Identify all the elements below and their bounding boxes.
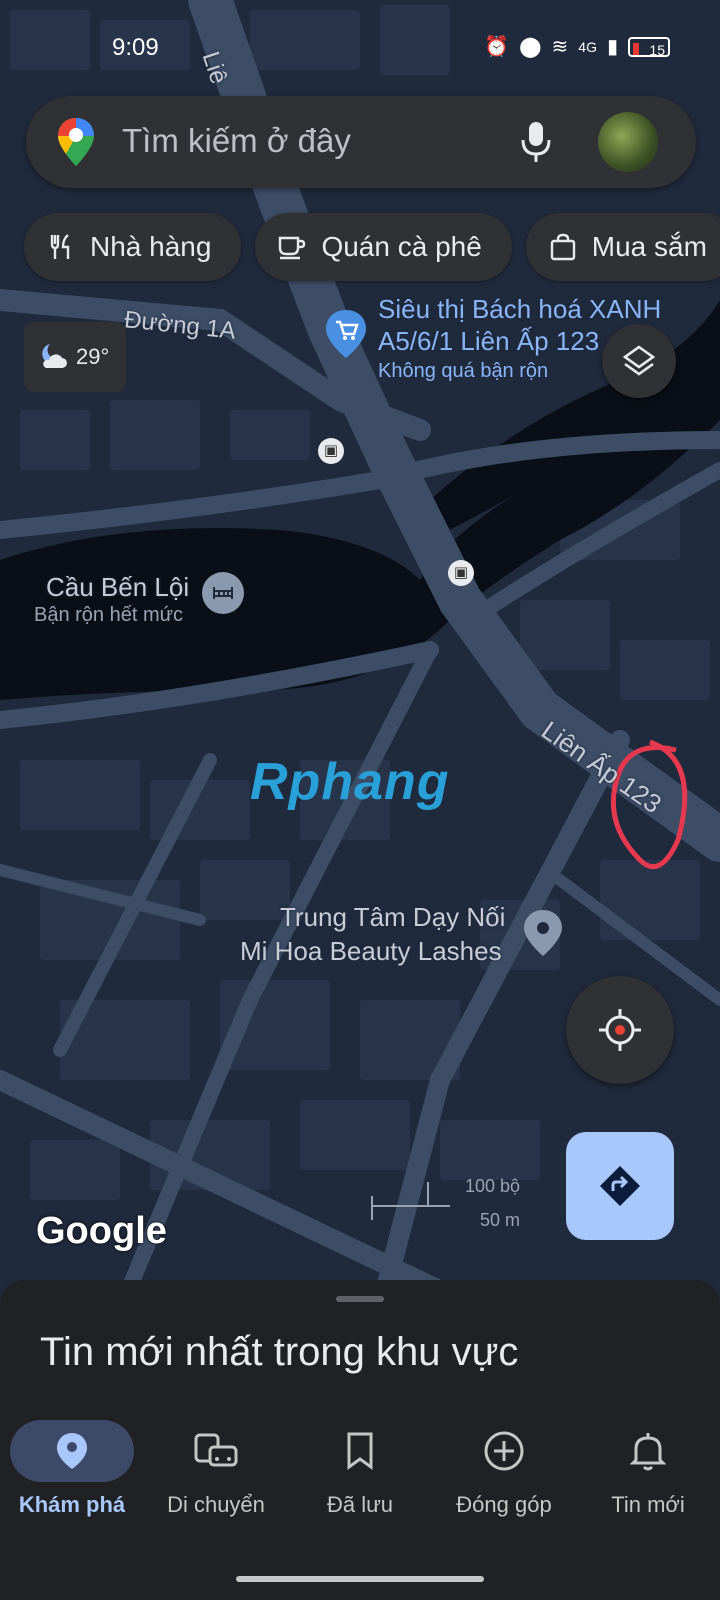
nav-label: Khám phá [18,1492,126,1517]
network-type: 4G [578,38,597,55]
nav-icon-container [586,1420,710,1482]
add-circle-icon [484,1431,524,1471]
nav-explore[interactable]: Khám phá [0,1410,144,1550]
poi-store-pin[interactable] [324,308,368,360]
bridge-icon[interactable] [202,572,244,614]
location-icon: ⬤ [519,36,542,58]
weather-widget[interactable]: 29° [24,322,126,392]
bookmark-icon [347,1432,373,1470]
bottom-navigation: Khám phá Di chuyển Đã lưu Đóng góp Tin m… [0,1410,720,1600]
status-time: 9:09 [112,34,159,61]
avatar[interactable] [598,112,658,172]
commute-icon [194,1433,238,1467]
chip-coffee[interactable]: Quán cà phê [255,213,512,281]
watermark-logo: Rphang [250,753,450,811]
weather-temperature: 29° [76,344,110,369]
shopping-bag-icon [550,233,575,261]
nav-label: Đã lưu [326,1492,394,1517]
poi-bridge-status: Bận rộn hết mức [34,604,184,626]
my-location-button[interactable] [566,976,674,1084]
nav-icon-container [298,1420,422,1482]
nav-icon-container [10,1420,134,1482]
gesture-bar[interactable] [236,1576,484,1582]
poi-store-name[interactable]: Siêu thị Bách hoá XANH [378,294,661,325]
poi-bridge-name[interactable]: Cầu Bến Lội [46,572,189,603]
nav-saved[interactable]: Đã lưu [288,1410,432,1550]
search-input[interactable]: Tìm kiếm ở đây [122,122,351,160]
nav-commute[interactable]: Di chuyển [144,1410,288,1550]
poi-store-status: Không quá bận rộn [378,360,549,382]
nav-label: Đóng góp [456,1492,552,1517]
chip-label: Quán cà phê [321,231,482,262]
map-canvas[interactable] [0,0,720,1310]
poi-beauty-pin[interactable] [522,908,564,958]
poi-beauty-name-1[interactable]: Trung Tâm Dạy Nối [280,902,505,933]
coffee-icon [279,236,306,260]
nav-contribute[interactable]: Đóng góp [432,1410,576,1550]
poi-beauty-name-2[interactable]: Mi Hoa Beauty Lashes [240,936,502,967]
sheet-drag-handle[interactable] [336,1296,384,1302]
nav-icon-container [154,1420,278,1482]
category-chips: Nhà hàng Quán cà phê Mua sắm [24,213,720,281]
nav-icon-container [442,1420,566,1482]
microphone-icon[interactable] [516,118,556,166]
place-pin-icon [524,910,562,956]
status-icons: ⏰ ⬤ ≋ 4G ▮ 15 [484,34,670,59]
sheet-title: Tin mới nhất trong khu vực [40,1330,519,1374]
chip-restaurant[interactable]: Nhà hàng [24,213,242,281]
nav-label: Tin mới [611,1492,685,1517]
battery-icon: 15 [628,36,670,58]
scale-bar [371,1182,450,1220]
layers-button[interactable] [602,324,676,398]
wifi-icon: ≋ [551,36,569,58]
latest-news-sheet[interactable]: Tin mới nhất trong khu vực [0,1280,720,1410]
chip-label: Nhà hàng [90,231,212,262]
alarm-icon: ⏰ [484,36,510,58]
explore-pin-icon [57,1433,87,1469]
bus-stop-icon[interactable]: ▣ [318,438,344,464]
signal-icon: ▮ [606,36,618,58]
search-bar[interactable]: Tìm kiếm ở đây [26,96,696,188]
chip-shopping[interactable]: Mua sắm [525,213,720,281]
bell-icon [630,1433,666,1471]
nav-label: Di chuyển [167,1492,265,1517]
shopping-cart-icon [326,310,366,358]
restaurant-icon [50,234,70,259]
status-bar: 9:09 ⏰ ⬤ ≋ 4G ▮ 15 [0,0,720,96]
night-cloudy-icon [42,344,67,368]
map-scale: 100 bộ 50 m [370,1176,520,1236]
poi-store-address[interactable]: A5/6/1 Liên Ấp 123 [378,326,599,357]
directions-button[interactable] [566,1132,674,1240]
nav-updates[interactable]: Tin mới [576,1410,720,1550]
bus-stop-icon[interactable]: ▣ [448,560,474,586]
google-maps-logo-icon [58,118,94,166]
battery-level: 15 [649,41,665,58]
layers-icon [622,345,656,376]
my-location-icon [599,1009,641,1051]
directions-icon [600,1166,640,1206]
chip-label: Mua sắm [591,231,707,262]
google-logo: Google [36,1210,167,1252]
